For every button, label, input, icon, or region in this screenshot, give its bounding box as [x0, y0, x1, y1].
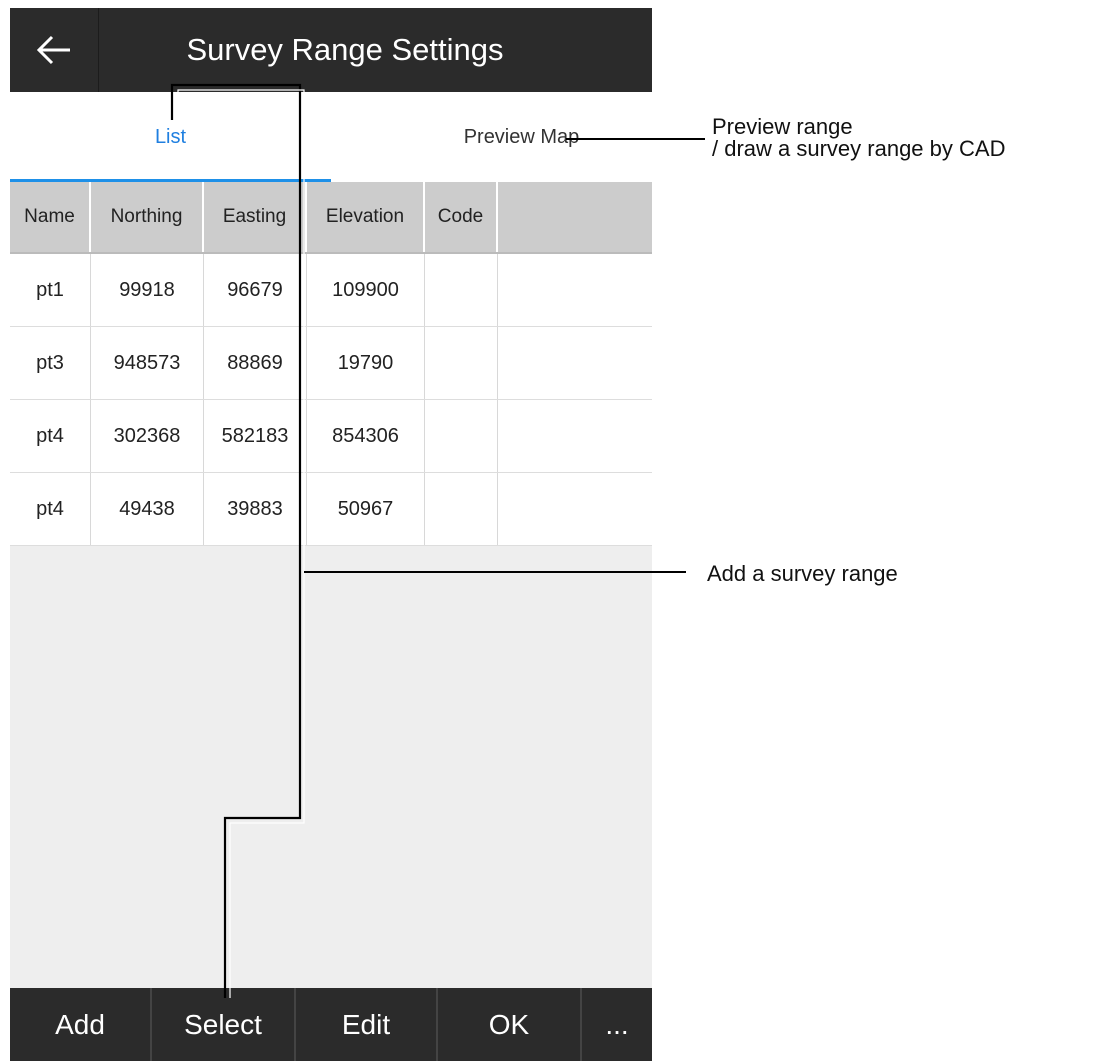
cell-easting: 96679: [204, 254, 307, 326]
phone-screen: Survey Range Settings List Preview Map N…: [10, 8, 652, 1061]
tab-preview-map[interactable]: Preview Map: [331, 92, 652, 182]
cell-northing: 49438: [91, 473, 204, 545]
back-button[interactable]: [10, 8, 99, 92]
cell-elevation: 109900: [307, 254, 425, 326]
column-header-elevation[interactable]: Elevation: [307, 182, 425, 252]
callout-add-range: Add a survey range: [707, 561, 898, 586]
cell-northing: 99918: [91, 254, 204, 326]
cell-easting: 39883: [204, 473, 307, 545]
column-header-empty: [498, 182, 652, 252]
cell-northing: 948573: [91, 327, 204, 399]
ok-button[interactable]: OK: [438, 988, 582, 1061]
cell-code: [425, 473, 498, 545]
select-button[interactable]: Select: [152, 988, 296, 1061]
cell-name: pt4: [10, 473, 91, 545]
callout-preview-map-line1: Preview range: [712, 114, 853, 139]
bottom-toolbar: Add Select Edit OK ...: [10, 988, 652, 1061]
edit-button[interactable]: Edit: [296, 988, 438, 1061]
cell-code: [425, 254, 498, 326]
tab-bar: List Preview Map: [10, 92, 652, 183]
table-header-row: Name Northing Easting Elevation Code: [10, 182, 652, 254]
column-header-easting[interactable]: Easting: [204, 182, 307, 252]
cell-name: pt3: [10, 327, 91, 399]
table-row[interactable]: pt4 302368 582183 854306: [10, 400, 652, 473]
column-header-name[interactable]: Name: [10, 182, 91, 252]
table-row[interactable]: pt1 99918 96679 109900: [10, 254, 652, 327]
cell-elevation: 854306: [307, 400, 425, 472]
cell-name: pt4: [10, 400, 91, 472]
cell-easting: 88869: [204, 327, 307, 399]
cell-elevation: 50967: [307, 473, 425, 545]
cell-extra: [498, 400, 652, 472]
cell-code: [425, 327, 498, 399]
cell-extra: [498, 254, 652, 326]
cell-extra: [498, 327, 652, 399]
add-button[interactable]: Add: [10, 988, 152, 1061]
cell-elevation: 19790: [307, 327, 425, 399]
callout-preview-map-line2: / draw a survey range by CAD: [712, 136, 1006, 161]
column-header-code[interactable]: Code: [425, 182, 498, 252]
more-button[interactable]: ...: [582, 988, 652, 1061]
column-header-northing[interactable]: Northing: [91, 182, 204, 252]
table-row[interactable]: pt4 49438 39883 50967: [10, 473, 652, 546]
table-row[interactable]: pt3 948573 88869 19790: [10, 327, 652, 400]
cell-name: pt1: [10, 254, 91, 326]
points-table: Name Northing Easting Elevation Code pt1…: [10, 182, 652, 546]
page-title: Survey Range Settings: [186, 32, 504, 67]
arrow-left-icon: [36, 35, 70, 65]
cell-code: [425, 400, 498, 472]
title-bar: Survey Range Settings: [10, 8, 652, 92]
cell-northing: 302368: [91, 400, 204, 472]
cell-easting: 582183: [204, 400, 307, 472]
callout-preview-map: Preview range / draw a survey range by C…: [712, 116, 1005, 160]
tab-list[interactable]: List: [10, 92, 331, 182]
cell-extra: [498, 473, 652, 545]
